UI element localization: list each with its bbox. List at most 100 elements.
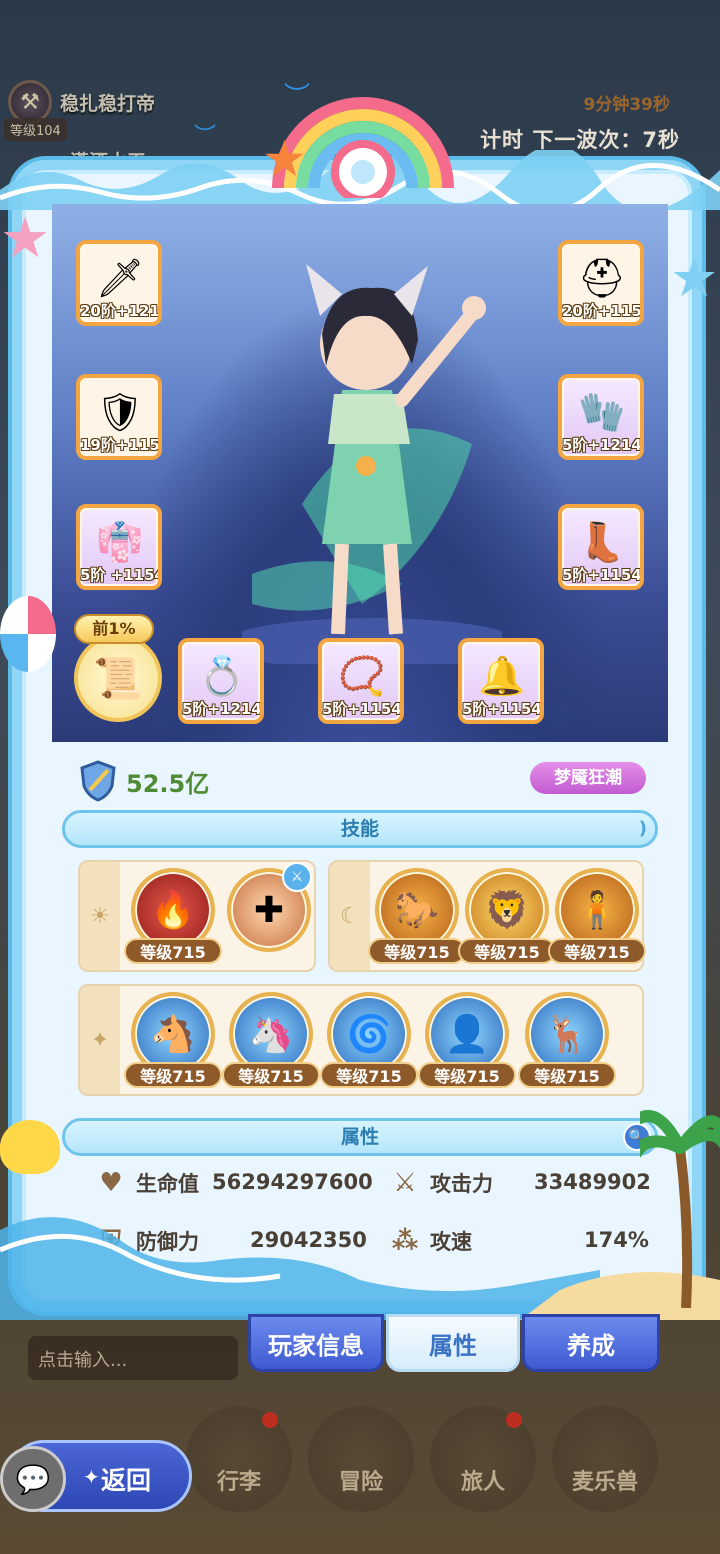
bg-player-row-1: ⚒ 稳扎稳打帝 — [8, 80, 156, 124]
combat-power-value: 52.5亿 — [126, 769, 210, 798]
staff-icon: 🗡 — [95, 255, 145, 300]
skill-slot[interactable]: 🐎 等级715 — [368, 868, 466, 968]
skill-level: 等级715 — [458, 938, 556, 964]
starfish-icon: ★ — [262, 130, 307, 188]
equip-tier: 5阶+1154 — [322, 700, 402, 718]
skill-level: 等级715 — [124, 1062, 222, 1088]
chat-icon[interactable]: 💬 — [0, 1446, 66, 1512]
ring-icon: 💍 — [198, 653, 246, 698]
notification-dot — [506, 1412, 522, 1428]
equip-slot-armor[interactable]: 🛡 19阶+1154 — [76, 374, 162, 460]
skill-slot[interactable]: 🔥 等级715 — [124, 868, 222, 968]
equip-slot-gauntlet[interactable]: 🧤 5阶+1214 — [558, 374, 644, 460]
crossed-swords-icon: ⚔ — [393, 1168, 417, 1198]
attr-atk: ⚔ 攻击力 — [390, 1168, 493, 1198]
seagull-icon-2: ︶ — [194, 124, 217, 149]
skill-slot[interactable]: 🦁 等级715 — [458, 868, 556, 968]
amulet-icon: 🔔 — [478, 653, 526, 698]
equip-tier: 5阶+1214 — [562, 436, 642, 454]
equip-tier: 20阶+1154 — [562, 302, 644, 320]
attr-hp: ♥ 生命值 — [96, 1168, 199, 1198]
artifact-rank-tag: 前1% — [74, 614, 154, 644]
nav-adventure-label: 冒险 — [338, 1470, 383, 1495]
sun-icon: ☀ — [80, 862, 120, 970]
scroll-icon: 📜 — [74, 634, 162, 722]
skill-slot-passive[interactable]: ✚ ⚔ — [226, 862, 312, 968]
back-button-label: 返回 — [101, 1466, 152, 1495]
beach-ball-icon — [0, 596, 56, 672]
seagull-icon: ︶ — [284, 82, 311, 112]
attr-hp-value: 56294297600 — [212, 1170, 373, 1194]
rubber-duck-icon — [0, 1120, 60, 1174]
notification-dot — [262, 1412, 278, 1428]
gauntlet-icon: 🧤 — [578, 389, 626, 434]
skill-panel-night: ☾ 🐎 等级715 🦁 等级715 🧍 等级715 — [328, 860, 646, 972]
equip-slot-robe[interactable]: 👘 5阶 +1154 — [76, 504, 162, 590]
attr-atk-value: 33489902 — [534, 1170, 651, 1194]
nav-adventure[interactable]: 冒险 — [308, 1406, 414, 1512]
skill-level: 等级715 — [418, 1062, 516, 1088]
skill-slot[interactable]: 🌀 等级715 — [320, 992, 418, 1092]
skill-slot[interactable]: 🐴 等级715 — [124, 992, 222, 1092]
tab-growth[interactable]: 养成 — [522, 1314, 660, 1372]
bg-player-level: 等级104 — [4, 118, 67, 141]
skill-panel-day: ☀ 🔥 等级715 ✚ ⚔ — [78, 860, 316, 972]
equip-slot-helmet[interactable]: ⛑ 20阶+1154 — [558, 240, 644, 326]
power-row: 52.5亿 — [78, 760, 209, 802]
nav-traveler-label: 旅人 — [460, 1470, 505, 1495]
nav-bag[interactable]: 行李 — [186, 1406, 292, 1512]
attr-atk-label: 攻击力 — [430, 1172, 493, 1196]
equip-tier: 5阶+1154 — [462, 700, 542, 718]
robe-icon: 👘 — [96, 519, 144, 564]
skills-section-title: 技能 — [340, 818, 379, 840]
chat-input[interactable]: 点击输入... — [28, 1336, 238, 1380]
skills-section-header: 技能 ) — [62, 810, 658, 848]
skill-level: 等级715 — [222, 1062, 320, 1088]
bg-timer: 9分钟39秒 — [583, 95, 671, 115]
character-figure[interactable] — [242, 244, 502, 664]
attr-hp-label: 生命值 — [136, 1172, 199, 1196]
attributes-section-title: 属性 — [340, 1126, 379, 1148]
equip-slot-boots[interactable]: 👢 5阶+1154 — [558, 504, 644, 590]
starfish-icon-pink: ★ — [0, 206, 51, 271]
nav-bag-label: 行李 — [216, 1470, 261, 1495]
equip-slot-necklace[interactable]: 📿 5阶+1154 — [318, 638, 404, 724]
skill-slot[interactable]: 🧍 等级715 — [548, 868, 646, 968]
nav-traveler[interactable]: 旅人 — [430, 1406, 536, 1512]
faction-badge[interactable]: 梦魇狂潮 — [530, 762, 646, 794]
attributes-section-header: 属性 🔍 — [62, 1118, 658, 1156]
skill-panel-star: ✦ 🐴 等级715 🦄 等级715 🌀 等级715 👤 等级715 🦌 等级71… — [78, 984, 644, 1096]
combat-power-icon — [80, 760, 116, 802]
wave-decoration-bottom — [0, 1217, 720, 1320]
tab-player-info[interactable]: 玩家信息 — [248, 1314, 384, 1372]
equip-tier: 5阶+1154 — [562, 566, 642, 584]
equip-slot-weapon[interactable]: 🗡 20阶+1214 — [76, 240, 162, 326]
nav-pet-label: 麦乐兽 — [571, 1470, 638, 1495]
chevron-left-icon: ✦ — [83, 1465, 100, 1489]
necklace-icon: 📿 — [338, 653, 386, 698]
sword-badge-icon: ⚔ — [282, 862, 312, 892]
nav-pet[interactable]: 麦乐兽 — [552, 1406, 658, 1512]
bg-player-name: 稳扎稳打帝 — [60, 92, 156, 115]
helmet-icon: ⛑ — [577, 255, 627, 300]
equip-tier: 20阶+1214 — [80, 302, 162, 320]
artifact-slot[interactable]: 📜 前1% — [70, 614, 168, 722]
equip-slot-amulet[interactable]: 🔔 5阶+1154 — [458, 638, 544, 724]
equip-tier: 19阶+1154 — [80, 436, 162, 454]
moon-icon: ☾ — [330, 862, 370, 970]
skill-slot[interactable]: 🦄 等级715 — [222, 992, 320, 1092]
wave-curl-icon: ) — [638, 818, 647, 839]
skill-level: 等级715 — [548, 938, 646, 964]
skill-slot[interactable]: 👤 等级715 — [418, 992, 516, 1092]
tab-attributes[interactable]: 属性 — [386, 1314, 520, 1372]
skill-level: 等级715 — [518, 1062, 616, 1088]
skill-slot[interactable]: 🦌 等级715 — [518, 992, 616, 1092]
palm-tree-icon — [640, 1110, 720, 1308]
skill-level: 等级715 — [124, 938, 222, 964]
boots-icon: 👢 — [578, 519, 626, 564]
equip-slot-ring[interactable]: 💍 5阶+1214 — [178, 638, 264, 724]
skill-level: 等级715 — [320, 1062, 418, 1088]
chest-armor-icon: 🛡 — [95, 389, 145, 434]
equip-tier: 5阶 +1154 — [80, 566, 162, 584]
starfish-icon-blue: ★ — [670, 246, 719, 309]
